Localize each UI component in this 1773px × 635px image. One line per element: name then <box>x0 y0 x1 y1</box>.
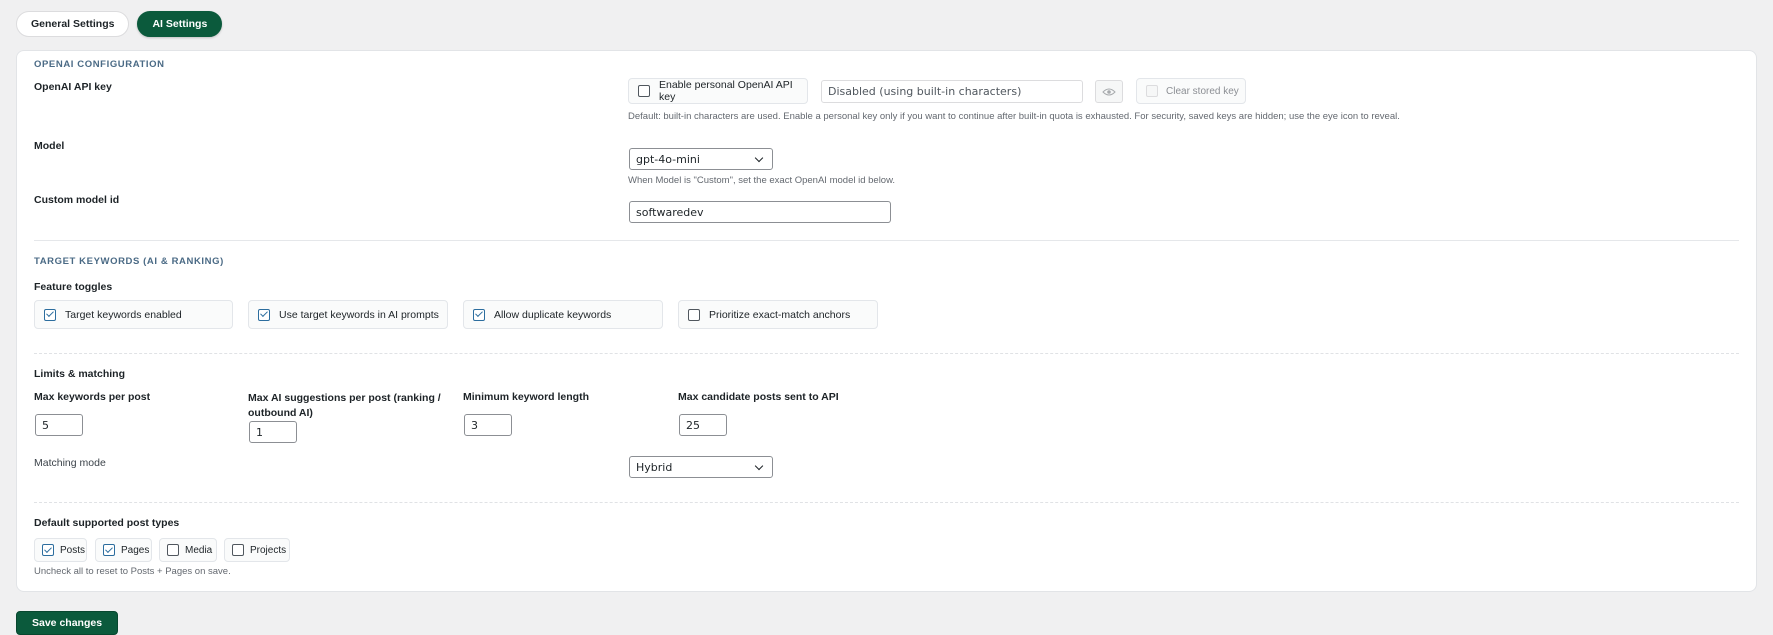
feature-toggles-label: Feature toggles <box>34 281 113 293</box>
post-type-media[interactable]: Media <box>159 538 217 562</box>
post-types-hint: Uncheck all to reset to Posts + Pages on… <box>34 566 231 577</box>
api-key-input[interactable]: Disabled (using built-in characters) <box>821 80 1083 103</box>
reveal-key-button[interactable] <box>1095 80 1123 103</box>
limits-divider <box>34 353 1739 354</box>
model-label: Model <box>34 140 65 152</box>
toggle-prioritize-exact-match[interactable]: Prioritize exact-match anchors <box>678 300 878 329</box>
post-type-label: Posts <box>60 544 86 556</box>
target-keywords-enabled-checkbox[interactable] <box>44 308 56 321</box>
custom-model-label: Custom model id <box>34 194 120 206</box>
allow-duplicate-keywords-checkbox[interactable] <box>473 308 485 321</box>
toggle-label: Use target keywords in AI prompts <box>279 308 439 321</box>
toggle-target-keywords-enabled[interactable]: Target keywords enabled <box>34 300 233 329</box>
enable-personal-key-checkbox[interactable] <box>638 85 650 97</box>
post-type-label: Media <box>185 544 213 556</box>
max-candidate-posts-input[interactable]: 25 <box>679 414 727 436</box>
post-types-label: Default supported post types <box>34 517 180 529</box>
matching-mode-label: Matching mode <box>34 457 106 469</box>
post-type-projects[interactable]: Projects <box>224 538 290 562</box>
section-divider <box>34 240 1739 241</box>
clear-stored-key-toggle[interactable]: Clear stored key <box>1136 78 1246 104</box>
matching-mode-value: Hybrid <box>636 460 673 474</box>
toggle-label: Target keywords enabled <box>65 308 182 321</box>
eye-icon <box>1102 88 1116 95</box>
toggle-use-keywords-in-ai[interactable]: Use target keywords in AI prompts <box>248 300 448 329</box>
clear-stored-key-label: Clear stored key <box>1166 85 1239 97</box>
limits-matching-label: Limits & matching <box>34 368 126 380</box>
max-keywords-label: Max keywords per post <box>34 391 151 403</box>
toggle-label: Allow duplicate keywords <box>494 308 612 321</box>
enable-personal-key-toggle[interactable]: Enable personal OpenAI API key <box>628 78 808 104</box>
use-keywords-in-ai-checkbox[interactable] <box>258 308 270 321</box>
post-type-label: Pages <box>121 544 150 556</box>
toggle-label: Prioritize exact-match anchors <box>709 308 851 321</box>
settings-card: OpenAI Configuration OpenAI API key Enab… <box>16 50 1757 592</box>
tab-general-settings[interactable]: General Settings <box>16 11 130 37</box>
toggle-allow-duplicate-keywords[interactable]: Allow duplicate keywords <box>463 300 663 329</box>
model-select-value: gpt-4o-mini <box>636 152 700 166</box>
tab-ai-settings[interactable]: AI Settings <box>137 11 223 37</box>
max-ai-suggestions-label-line2: outbound AI) <box>248 407 313 419</box>
post-type-posts-checkbox[interactable] <box>42 544 54 556</box>
post-type-media-checkbox[interactable] <box>167 544 179 556</box>
post-type-posts[interactable]: Posts <box>34 538 87 562</box>
model-hint: When Model is "Custom", set the exact Op… <box>628 175 896 186</box>
max-ai-suggestions-label: Max AI suggestions per post (ranking / o… <box>248 391 441 421</box>
chevron-down-icon <box>754 461 764 470</box>
section-title-keywords: Target Keywords (AI & Ranking) <box>34 256 224 267</box>
save-changes-button[interactable]: Save changes <box>16 611 119 635</box>
model-select[interactable]: gpt-4o-mini <box>629 148 773 170</box>
post-types-divider <box>34 502 1739 503</box>
api-key-hint: Default: built-in characters are used. E… <box>628 111 1400 122</box>
post-type-projects-checkbox[interactable] <box>232 544 244 556</box>
min-keyword-length-label: Minimum keyword length <box>463 391 590 403</box>
prioritize-exact-match-checkbox[interactable] <box>688 308 700 321</box>
max-ai-suggestions-label-line1: Max AI suggestions per post (ranking / <box>248 392 441 404</box>
max-ai-suggestions-input[interactable]: 1 <box>249 421 297 443</box>
clear-stored-key-checkbox[interactable] <box>1146 85 1158 97</box>
section-title-openai: OpenAI Configuration <box>34 59 165 70</box>
custom-model-input[interactable]: softwaredev <box>629 201 891 223</box>
chevron-down-icon <box>754 153 764 162</box>
api-key-label: OpenAI API key <box>34 81 112 93</box>
post-type-pages-checkbox[interactable] <box>103 544 115 556</box>
max-keywords-input[interactable]: 5 <box>35 414 83 436</box>
settings-tabs: General Settings AI Settings <box>16 11 223 37</box>
post-type-label: Projects <box>250 544 287 556</box>
post-type-pages[interactable]: Pages <box>95 538 152 562</box>
max-candidate-posts-label: Max candidate posts sent to API <box>678 391 839 403</box>
min-keyword-length-input[interactable]: 3 <box>464 414 512 436</box>
enable-personal-key-label: Enable personal OpenAI API key <box>659 79 793 103</box>
matching-mode-select[interactable]: Hybrid <box>629 456 773 478</box>
